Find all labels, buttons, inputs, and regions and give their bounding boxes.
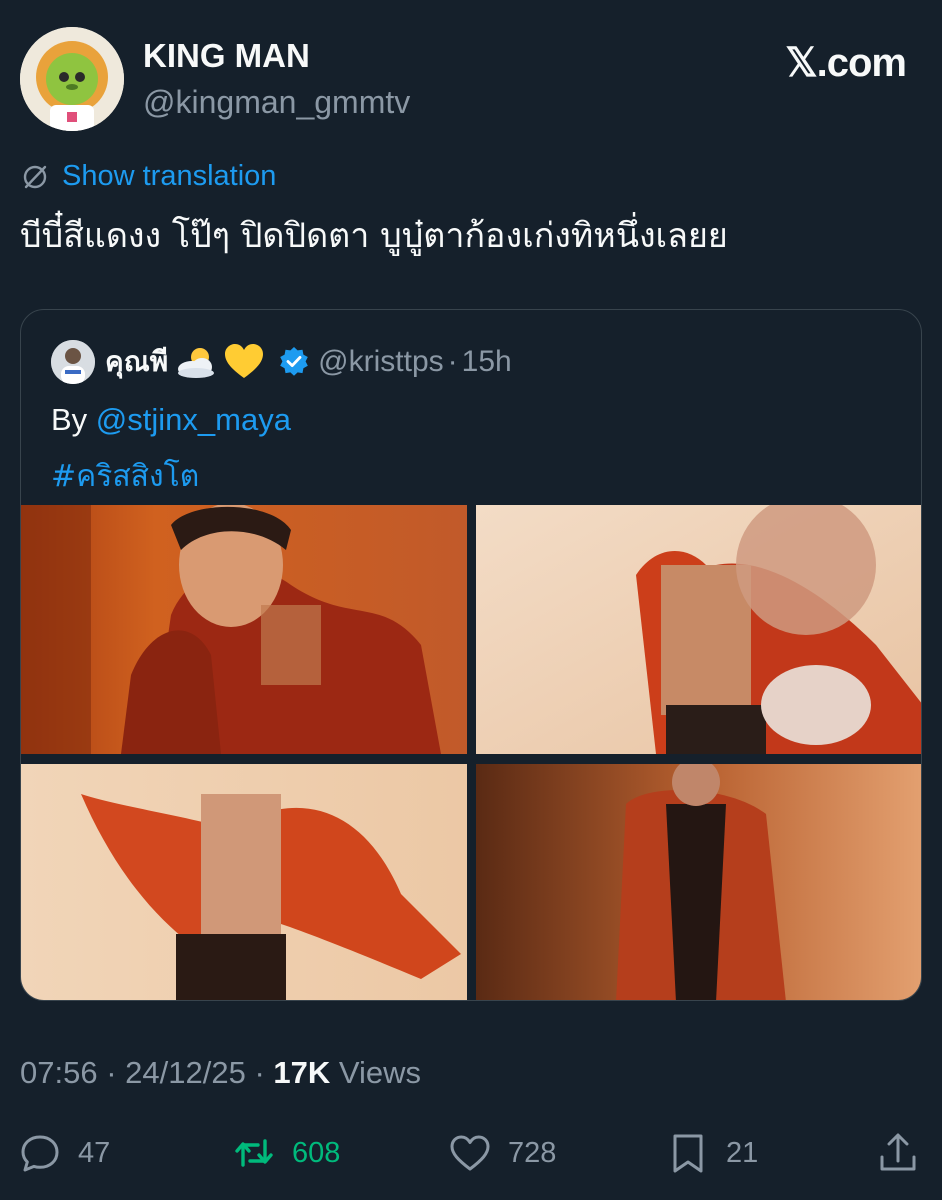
quoted-author-name[interactable]: คุณพี — [105, 340, 168, 384]
quoted-author-avatar[interactable] — [51, 340, 95, 384]
reply-count: 47 — [78, 1136, 111, 1169]
show-translation-label: Show translation — [62, 160, 277, 192]
like-count: 728 — [508, 1136, 557, 1169]
like-button[interactable]: 728 — [448, 1125, 556, 1181]
quoted-tweet-time[interactable]: 15h — [462, 345, 512, 379]
views-label: Views — [338, 1055, 422, 1090]
photo-4[interactable] — [476, 764, 921, 1000]
tweet-time[interactable]: 07:56 — [20, 1055, 98, 1090]
bookmark-icon — [673, 1134, 703, 1173]
show-translation-link[interactable]: Show translation — [20, 160, 276, 193]
bookmark-count: 21 — [726, 1136, 759, 1169]
author-handle[interactable]: @kingman_gmmtv — [143, 84, 410, 121]
tweet-text: บีบี๋สีแดงง โป๊ๆ ปิดปิดตา บูบู๋ตาก้องเก่… — [20, 216, 728, 256]
tweet-meta: 07:56 · 24/12/25 · 17K Views — [20, 1055, 421, 1091]
photo-2[interactable] — [476, 505, 921, 754]
hashtag-link[interactable]: #คริสสิงโต — [51, 453, 199, 500]
meta-separator-2: · — [254, 1055, 265, 1090]
quoted-author-handle[interactable]: @kristtps — [318, 345, 443, 379]
photo-3[interactable] — [21, 764, 467, 1000]
translate-icon — [23, 165, 47, 188]
tweet-date[interactable]: 24/12/25 — [125, 1055, 246, 1090]
action-bar: 47 608 728 21 — [0, 1125, 942, 1181]
credit-prefix: By — [51, 402, 96, 437]
retweet-count: 608 — [292, 1136, 341, 1169]
meta-separator-1: · — [106, 1055, 117, 1090]
author-name[interactable]: KING MAN — [143, 37, 310, 75]
reply-button[interactable]: 47 — [18, 1125, 110, 1181]
photo-1[interactable] — [21, 505, 467, 754]
views-count: 17K — [273, 1055, 331, 1090]
retweet-icon — [235, 1139, 273, 1167]
quoted-tweet-card[interactable]: คุณพี @kristtps · 15h By @stjinx_maya #ค… — [20, 309, 922, 1001]
sun-behind-cloud-emoji — [174, 345, 218, 379]
reply-icon — [21, 1135, 59, 1172]
mention-link[interactable]: @stjinx_maya — [96, 402, 291, 437]
quoted-tweet-header: คุณพี @kristtps · 15h — [51, 340, 512, 384]
share-icon — [880, 1133, 916, 1171]
site-logo: 𝕏.com — [785, 41, 907, 85]
author-avatar[interactable] — [20, 27, 124, 131]
retweet-button[interactable]: 608 — [232, 1125, 340, 1181]
quoted-tweet-credit: By @stjinx_maya — [51, 402, 291, 438]
like-icon — [450, 1135, 490, 1171]
yellow-heart-emoji — [224, 344, 264, 380]
separator-dot: · — [447, 345, 458, 378]
bookmark-button[interactable]: 21 — [666, 1125, 758, 1181]
verified-badge-icon — [280, 347, 308, 376]
share-button[interactable] — [876, 1125, 920, 1181]
